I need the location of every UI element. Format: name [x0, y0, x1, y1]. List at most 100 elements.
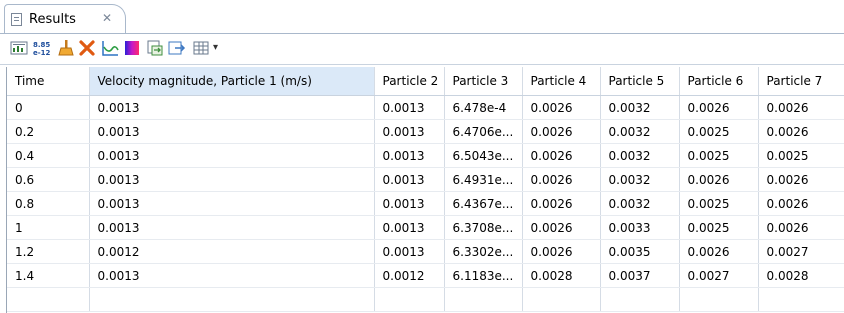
table-cell[interactable]: 0.0033	[600, 215, 680, 240]
table-cell[interactable]: 0.0032	[600, 143, 680, 168]
plot-icon[interactable]	[101, 39, 119, 57]
table-row[interactable]: 0.8 0.0013 0.0013 6.4367e... 0.0026 0.00…	[7, 191, 844, 216]
table-row[interactable]: 1 0.0013 0.0013 6.3708e... 0.0026 0.0033…	[7, 215, 844, 240]
table-cell[interactable]: 0.0026	[758, 95, 844, 120]
table-cell[interactable]: 0.0032	[600, 167, 680, 192]
column-header-particle-7[interactable]: Particle 7	[758, 67, 844, 96]
table-cell[interactable]: 0.0026	[679, 167, 759, 192]
table-cell[interactable]: 0.6	[7, 167, 90, 192]
table-cell[interactable]: 0.0012	[89, 239, 375, 264]
table-cell[interactable]: 0	[7, 95, 90, 120]
table-cell[interactable]: 0.0013	[374, 119, 445, 144]
table-cell[interactable]: 0.0026	[522, 215, 601, 240]
table-cell[interactable]: 0.0013	[89, 119, 375, 144]
table-row[interactable]: 0.2 0.0013 0.0013 6.4706e... 0.0026 0.00…	[7, 119, 844, 144]
table-cell[interactable]: 0.0013	[89, 95, 375, 120]
number-format-icon[interactable]: 8.85 e-12	[31, 39, 53, 57]
table-cell[interactable]: 0.0013	[89, 191, 375, 216]
empty-cell	[444, 287, 523, 312]
results-doc-icon	[11, 13, 22, 26]
table-cell[interactable]: 0.0013	[89, 263, 375, 288]
empty-cell	[679, 287, 759, 312]
table-cell[interactable]: 0.0026	[758, 119, 844, 144]
table-cell[interactable]: 0.0026	[758, 167, 844, 192]
table-row[interactable]: 1.4 0.0013 0.0012 6.1183e... 0.0028 0.00…	[7, 263, 844, 288]
table-cell[interactable]: 0.0025	[679, 191, 759, 216]
table-settings-icon[interactable]	[192, 39, 210, 57]
table-cell[interactable]: 0.0027	[679, 263, 759, 288]
table-cell[interactable]: 0.0013	[374, 167, 445, 192]
table-cell[interactable]: 1.2	[7, 239, 90, 264]
table-cell[interactable]: 0.0028	[758, 263, 844, 288]
table-cell[interactable]: 6.4706e...	[444, 119, 523, 144]
table-cell[interactable]: 0.0032	[600, 119, 680, 144]
table-cell[interactable]: 1	[7, 215, 90, 240]
table-row[interactable]: 0 0.0013 0.0013 6.478e-4 0.0026 0.0032 0…	[7, 95, 844, 120]
table-cell[interactable]: 6.4367e...	[444, 191, 523, 216]
table-row[interactable]: 1.2 0.0012 0.0013 6.3302e... 0.0026 0.00…	[7, 239, 844, 264]
table-cell[interactable]: 0.0026	[758, 215, 844, 240]
color-table-icon[interactable]	[123, 39, 141, 57]
table-cell[interactable]: 0.0025	[758, 143, 844, 168]
table-cell[interactable]: 0.0028	[522, 263, 601, 288]
table-cell[interactable]: 0.0025	[679, 143, 759, 168]
table-cell[interactable]: 0.0013	[89, 167, 375, 192]
column-header-particle-3[interactable]: Particle 3	[444, 67, 523, 96]
table-cell[interactable]: 0.0032	[600, 191, 680, 216]
empty-cell	[522, 287, 601, 312]
table-row[interactable]: 0.6 0.0013 0.0013 6.4931e... 0.0026 0.00…	[7, 167, 844, 192]
empty-cell	[7, 287, 90, 312]
table-cell[interactable]: 0.0026	[522, 167, 601, 192]
export-icon[interactable]	[146, 39, 164, 57]
table-cell[interactable]: 0.0026	[679, 239, 759, 264]
table-row[interactable]: 0.4 0.0013 0.0013 6.5043e... 0.0026 0.00…	[7, 143, 844, 168]
column-header-particle-6[interactable]: Particle 6	[679, 67, 759, 96]
table-cell[interactable]: 0.8	[7, 191, 90, 216]
results-toolbar: 8.85 e-12 ▾	[0, 34, 844, 65]
table-cell[interactable]: 0.0013	[374, 239, 445, 264]
column-header-particle-1[interactable]: Velocity magnitude, Particle 1 (m/s)	[89, 67, 375, 96]
table-cell[interactable]: 0.0037	[600, 263, 680, 288]
delete-icon[interactable]	[78, 39, 96, 57]
tab-results[interactable]: Results ✕	[4, 4, 126, 33]
table-cell[interactable]: 6.478e-4	[444, 95, 523, 120]
table-cell[interactable]: 0.0013	[374, 143, 445, 168]
table-cell[interactable]: 0.2	[7, 119, 90, 144]
table-cell[interactable]: 0.0025	[679, 215, 759, 240]
table-cell[interactable]: 0.0013	[374, 95, 445, 120]
table-cell[interactable]: 0.0013	[374, 215, 445, 240]
table-cell[interactable]: 6.5043e...	[444, 143, 523, 168]
table-cell[interactable]: 0.0026	[522, 119, 601, 144]
clear-icon[interactable]	[57, 39, 75, 57]
close-icon[interactable]: ✕	[102, 11, 112, 25]
table-cell[interactable]: 0.0026	[679, 95, 759, 120]
table-cell[interactable]: 6.4931e...	[444, 167, 523, 192]
table-cell[interactable]: 1.4	[7, 263, 90, 288]
column-header-particle-5[interactable]: Particle 5	[600, 67, 680, 96]
table-cell[interactable]: 0.0032	[600, 95, 680, 120]
table-cell[interactable]: 0.0026	[522, 239, 601, 264]
table-cell[interactable]: 0.0035	[600, 239, 680, 264]
table-cell[interactable]: 0.0026	[522, 191, 601, 216]
editor-tab-bar: Results ✕	[0, 0, 844, 34]
table-cell[interactable]: 0.0013	[89, 215, 375, 240]
column-header-particle-2[interactable]: Particle 2	[374, 67, 445, 96]
table-cell[interactable]: 0.0013	[374, 191, 445, 216]
table-cell[interactable]: 0.0026	[758, 191, 844, 216]
table-cell[interactable]: 0.4	[7, 143, 90, 168]
table-settings-dropdown-icon[interactable]: ▾	[213, 42, 218, 53]
table-view-icon[interactable]	[10, 39, 28, 57]
table-cell[interactable]: 0.0013	[89, 143, 375, 168]
tab-results-label: Results	[29, 12, 76, 27]
table-cell[interactable]: 0.0026	[522, 143, 601, 168]
table-cell[interactable]: 6.3302e...	[444, 239, 523, 264]
table-cell[interactable]: 6.3708e...	[444, 215, 523, 240]
table-cell[interactable]: 0.0026	[522, 95, 601, 120]
table-cell[interactable]: 6.1183e...	[444, 263, 523, 288]
table-cell[interactable]: 0.0025	[679, 119, 759, 144]
column-header-particle-4[interactable]: Particle 4	[522, 67, 601, 96]
export-to-file-icon[interactable]	[168, 39, 186, 57]
table-cell[interactable]: 0.0012	[374, 263, 445, 288]
table-cell[interactable]: 0.0027	[758, 239, 844, 264]
column-header-time[interactable]: Time	[7, 67, 90, 96]
